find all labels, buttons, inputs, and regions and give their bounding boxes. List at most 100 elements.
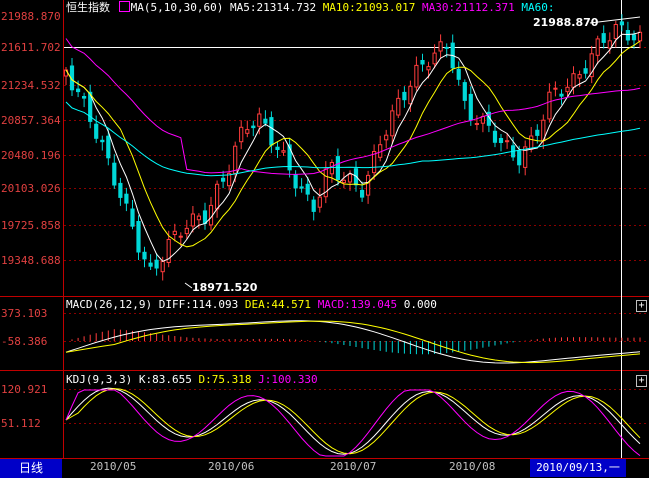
period-tab[interactable]: 日线	[0, 459, 62, 478]
macd-lines	[65, 320, 641, 364]
candle-body	[148, 262, 153, 267]
kdj-j: J:100.330	[258, 373, 318, 386]
candle-body	[94, 123, 99, 139]
candle-body	[631, 34, 637, 41]
kdj-header: KDJ(9,3,3) K:83.655 D:75.318 J:100.330	[66, 373, 318, 386]
candle-body	[456, 68, 461, 80]
candle-body	[414, 64, 419, 88]
candle-body	[535, 129, 540, 136]
macd-dea-line	[65, 320, 641, 364]
candle-body	[492, 130, 498, 143]
y-tick-main-7: 19348.688	[1, 254, 61, 267]
candle-body	[124, 193, 129, 204]
candle-body	[239, 126, 244, 143]
kdj-k-line	[65, 387, 641, 455]
candle-body	[202, 210, 208, 224]
cursor-date-label: 2010/09/13,一	[530, 459, 626, 477]
ma10-value: MA10:21093.017	[322, 1, 416, 14]
candle-body	[432, 52, 437, 65]
candle-body	[625, 30, 630, 41]
high-annotation: 21988.870	[533, 16, 599, 29]
main-header: 恒生指数 MA(5,10,30,60) MA5:21314.732 MA10:2…	[66, 1, 555, 14]
candle-body	[335, 156, 340, 181]
y-tick-main-5: 20103.026	[1, 182, 61, 195]
candle-body	[293, 174, 298, 189]
candle-body	[505, 140, 510, 143]
candle-body	[100, 139, 105, 143]
candle-body	[76, 88, 81, 93]
candle-body	[263, 118, 268, 124]
ma5-value: MA5:21314.732	[229, 1, 317, 14]
candle-body	[462, 82, 467, 101]
candle-body	[396, 97, 401, 116]
candle-body	[390, 110, 395, 137]
macd-macd: MACD:139.045	[317, 298, 398, 311]
candle-body	[172, 230, 177, 236]
candle-body	[184, 227, 189, 235]
kdj-d-line	[65, 388, 641, 455]
y-tick-main-1: 21611.702	[1, 41, 61, 54]
candle-body	[106, 135, 111, 159]
y-tick-kdj-1: 51.112	[1, 417, 41, 430]
macd-extra: 0.000	[403, 298, 437, 311]
y-tick-macd-0: 373.103	[1, 307, 48, 320]
candle-body	[408, 85, 413, 105]
y-tick-main-4: 20480.196	[1, 149, 61, 162]
candlestick-series	[63, 14, 643, 281]
candle-body	[136, 221, 141, 253]
candle-body	[317, 196, 322, 208]
candle-body	[269, 117, 274, 146]
candle-body	[112, 162, 117, 186]
candle-body	[565, 86, 570, 93]
candle-body	[305, 183, 310, 195]
low-annotation: 18971.520	[192, 281, 258, 294]
candle-body	[311, 199, 316, 212]
candle-body	[577, 74, 582, 79]
candle-body	[257, 113, 262, 127]
macd-diff-line	[65, 320, 641, 364]
ma30-value: MA30:21112.371	[422, 1, 515, 14]
macd-histogram	[71, 329, 641, 355]
candle-body	[438, 41, 443, 52]
y-tick-main-0: 21988.870	[1, 10, 61, 23]
macd-params: MACD(26,12,9)	[66, 298, 153, 311]
candle-body	[498, 138, 504, 143]
candle-body	[529, 135, 534, 150]
candle-body	[196, 215, 202, 221]
macd-expand-button[interactable]: +	[636, 300, 647, 312]
candle-body	[444, 46, 449, 49]
y-tick-macd-1: -58.386	[1, 335, 48, 348]
candle-body	[221, 177, 226, 182]
y-tick-kdj-0: 120.921	[1, 383, 48, 396]
ma60-line	[65, 101, 641, 177]
chart-canvas[interactable]	[0, 0, 649, 478]
candle-body	[178, 235, 183, 238]
date-tick-3: 2010/08	[449, 460, 496, 473]
candle-body	[607, 40, 612, 49]
macd-diff: DIFF:114.093	[158, 298, 239, 311]
macd-header: MACD(26,12,9) DIFF:114.093 DEA:44.571 MA…	[66, 298, 437, 311]
candle-body	[547, 91, 552, 120]
candle-body	[82, 96, 87, 99]
kdj-expand-button[interactable]: +	[636, 375, 647, 387]
candle-body	[190, 213, 196, 227]
candle-body	[468, 93, 473, 121]
candle-body	[215, 183, 220, 210]
y-tick-main-2: 21234.532	[1, 79, 61, 92]
candle-body	[233, 145, 238, 174]
candle-body	[130, 208, 135, 227]
candle-body	[366, 174, 371, 196]
candle-body	[281, 150, 286, 153]
macd-dea: DEA:44.571	[244, 298, 312, 311]
candle-body	[347, 173, 353, 183]
candle-body	[154, 259, 159, 269]
candle-body	[142, 251, 147, 260]
candle-body	[426, 66, 431, 71]
low-pointer	[184, 282, 193, 289]
kdj-j-line	[65, 389, 641, 457]
date-tick-2: 2010/07	[330, 460, 377, 473]
ma-params: MA(5,10,30,60)	[130, 1, 224, 14]
ma5-line	[65, 31, 641, 262]
candle-body	[275, 146, 280, 150]
moving-average-lines	[65, 31, 641, 262]
